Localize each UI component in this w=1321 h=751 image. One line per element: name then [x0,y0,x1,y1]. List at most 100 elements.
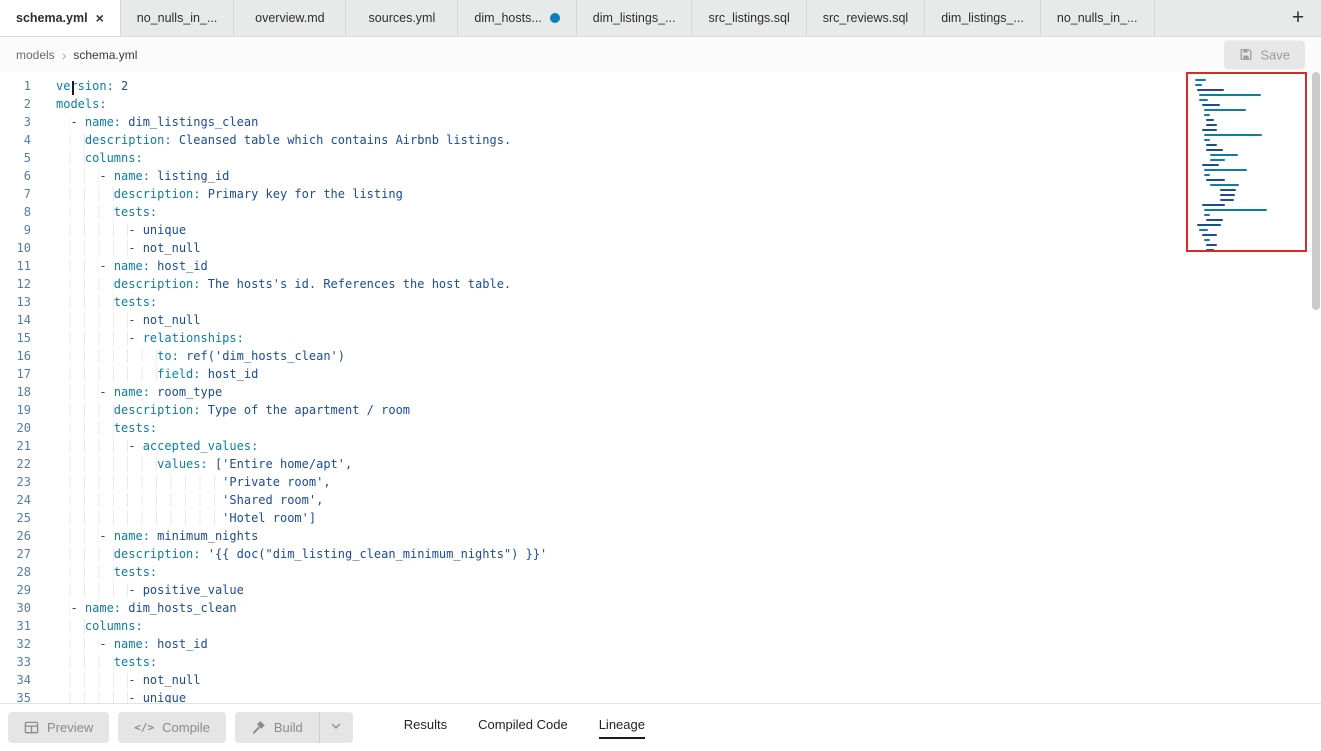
code-line[interactable]: description: Cleansed table which contai… [56,133,1321,151]
tab-src-listings-sql[interactable]: src_listings.sql [692,0,806,36]
code-line[interactable]: columns: [56,151,1321,169]
code-line[interactable]: description: Primary key for the listing [56,187,1321,205]
tab-dim-listings[interactable]: dim_listings_... [577,0,693,36]
tab-label: sources.yml [369,11,436,25]
tab-no-nulls-in[interactable]: no_nulls_in_... [1041,0,1155,36]
tab-sources-yml[interactable]: sources.yml [346,0,458,36]
breadcrumb-bar: models › schema.yml Save [0,37,1321,72]
code-line[interactable]: description: '{{ doc("dim_listing_clean_… [56,547,1321,565]
tab-results[interactable]: Results [402,704,449,751]
tab-label: dim_hosts... [474,11,541,25]
breadcrumb-folder[interactable]: models [16,48,55,62]
code-line[interactable]: - relationships: [56,331,1321,349]
line-number: 17 [0,367,40,385]
minimap-line [1210,154,1237,156]
code-line[interactable]: - not_null [56,673,1321,691]
code-icon: </> [134,721,154,734]
minimap-line [1206,219,1223,221]
line-number: 25 [0,511,40,529]
code-line[interactable]: description: Type of the apartment / roo… [56,403,1321,421]
tab-dim-listings[interactable]: dim_listings_... [925,0,1041,36]
code-line[interactable]: - name: dim_hosts_clean [56,601,1321,619]
tab-compiled-code[interactable]: Compiled Code [476,704,570,751]
tab-label: schema.yml [16,11,88,25]
line-number: 19 [0,403,40,421]
code-line[interactable]: - name: minimum_nights [56,529,1321,547]
line-number: 7 [0,187,40,205]
minimap-line [1202,234,1218,236]
code-line[interactable]: - accepted_values: [56,439,1321,457]
preview-button[interactable]: Preview [8,712,109,743]
code-line[interactable]: - not_null [56,241,1321,259]
line-number: 34 [0,673,40,691]
code-line[interactable]: version: 2 [56,79,1321,97]
modified-dot-icon [550,13,560,23]
code-editor[interactable]: 1234567891011121314151617181920212223242… [0,72,1321,703]
code-line[interactable]: tests: [56,295,1321,313]
minimap[interactable] [1186,72,1307,252]
minimap-line [1206,144,1217,146]
minimap-line [1197,224,1221,226]
save-label: Save [1260,47,1290,62]
code-line[interactable]: - name: listing_id [56,169,1321,187]
tab-label: no_nulls_in_... [1057,11,1138,25]
minimap-line [1199,229,1207,231]
code-line[interactable]: values: ['Entire home/apt', [56,457,1321,475]
code-line[interactable]: - not_null [56,313,1321,331]
close-icon[interactable]: × [96,11,104,25]
code-line[interactable]: 'Private room', [56,475,1321,493]
line-number: 12 [0,277,40,295]
plus-icon: + [1292,6,1304,30]
code-area[interactable]: version: 2models: - name: dim_listings_c… [40,72,1321,703]
compile-button[interactable]: </> Compile [118,712,226,743]
code-line[interactable]: description: The hosts's id. References … [56,277,1321,295]
tab-src-reviews-sql[interactable]: src_reviews.sql [807,0,925,36]
tab-bar-tabs: schema.yml × no_nulls_in_... overview.md sou… [0,0,1275,36]
new-tab-button[interactable]: + [1275,0,1321,36]
code-line[interactable]: to: ref('dim_hosts_clean') [56,349,1321,367]
tab-lineage[interactable]: Lineage [597,704,647,751]
tab-dim-hosts[interactable]: dim_hosts... [458,0,576,36]
minimap-line [1220,189,1236,191]
line-number: 23 [0,475,40,493]
code-line[interactable]: - unique [56,223,1321,241]
code-line[interactable]: columns: [56,619,1321,637]
minimap-line [1206,149,1223,151]
code-line[interactable]: - name: room_type [56,385,1321,403]
tab-label: no_nulls_in_... [137,11,218,25]
code-line[interactable]: tests: [56,655,1321,673]
code-line[interactable]: tests: [56,565,1321,583]
code-line[interactable]: - name: host_id [56,637,1321,655]
tab-overview-md[interactable]: overview.md [234,0,346,36]
code-line[interactable]: tests: [56,421,1321,439]
minimap-line [1202,204,1225,206]
code-line[interactable]: - positive_value [56,583,1321,601]
code-line[interactable]: - unique [56,691,1321,703]
tab-no-nulls-in[interactable]: no_nulls_in_... [121,0,235,36]
chevron-right-icon: › [62,47,67,63]
line-number: 33 [0,655,40,673]
code-line[interactable]: 'Hotel room'] [56,511,1321,529]
minimap-line [1199,99,1207,101]
code-line[interactable]: 'Shared room', [56,493,1321,511]
breadcrumb-file: schema.yml [73,48,137,62]
code-line[interactable]: - name: host_id [56,259,1321,277]
code-line[interactable]: models: [56,97,1321,115]
tab-schema-yml[interactable]: schema.yml × [0,0,121,36]
save-button[interactable]: Save [1224,40,1305,69]
minimap-line [1206,249,1214,251]
line-number: 10 [0,241,40,259]
build-button[interactable]: Build [235,712,319,743]
minimap-line [1202,129,1218,131]
build-dropdown-button[interactable] [319,712,353,743]
code-line[interactable]: tests: [56,205,1321,223]
minimap-line [1204,109,1246,111]
minimap-line [1206,124,1217,126]
vertical-scrollbar[interactable] [1312,72,1320,310]
build-label: Build [274,720,303,735]
line-number: 31 [0,619,40,637]
code-line[interactable]: - name: dim_listings_clean [56,115,1321,133]
line-number: 21 [0,439,40,457]
minimap-line [1199,94,1261,96]
code-line[interactable]: field: host_id [56,367,1321,385]
